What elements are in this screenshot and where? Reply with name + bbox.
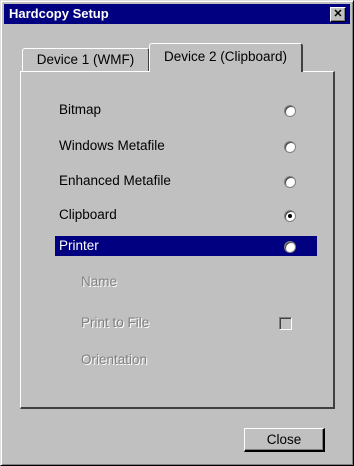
window-title: Hardcopy Setup (9, 6, 109, 21)
print-to-file-row: Print to File (21, 313, 333, 333)
print-to-file-label: Print to File (81, 315, 150, 330)
tab-panel: Bitmap Windows Metafile Enhanced Metafil… (20, 71, 335, 409)
option-label: Printer (59, 238, 99, 253)
option-label: Windows Metafile (59, 138, 165, 153)
radio-bitmap[interactable] (284, 105, 296, 117)
radio-enhanced-metafile[interactable] (284, 176, 296, 188)
option-bitmap[interactable]: Bitmap (21, 100, 333, 120)
close-window-button[interactable]: ✕ (330, 7, 346, 22)
radio-printer[interactable] (284, 241, 296, 253)
option-windows-metafile[interactable]: Windows Metafile (21, 136, 333, 156)
orientation-label: Orientation (81, 352, 148, 367)
radio-windows-metafile[interactable] (284, 141, 296, 153)
option-label: Enhanced Metafile (59, 173, 171, 188)
close-icon: ✕ (333, 8, 343, 20)
option-label: Clipboard (59, 207, 117, 222)
close-button[interactable]: Close (244, 428, 325, 452)
printer-name-label: Name (81, 274, 118, 289)
option-printer[interactable]: Printer (21, 236, 333, 256)
option-enhanced-metafile[interactable]: Enhanced Metafile (21, 171, 333, 191)
option-label: Bitmap (59, 102, 102, 117)
title-bar[interactable]: Hardcopy Setup ✕ (4, 4, 350, 24)
printer-name-row: Name (21, 272, 333, 292)
option-clipboard[interactable]: Clipboard (21, 205, 333, 225)
print-to-file-checkbox[interactable] (279, 317, 292, 330)
radio-clipboard[interactable] (284, 210, 296, 222)
tab-device-1[interactable]: Device 1 (WMF) (22, 48, 150, 72)
orientation-row: Orientation (21, 350, 333, 370)
hardcopy-setup-dialog: Hardcopy Setup ✕ Device 1 (WMF) Device 2… (0, 0, 354, 466)
tab-device-2[interactable]: Device 2 (Clipboard) (149, 43, 303, 72)
